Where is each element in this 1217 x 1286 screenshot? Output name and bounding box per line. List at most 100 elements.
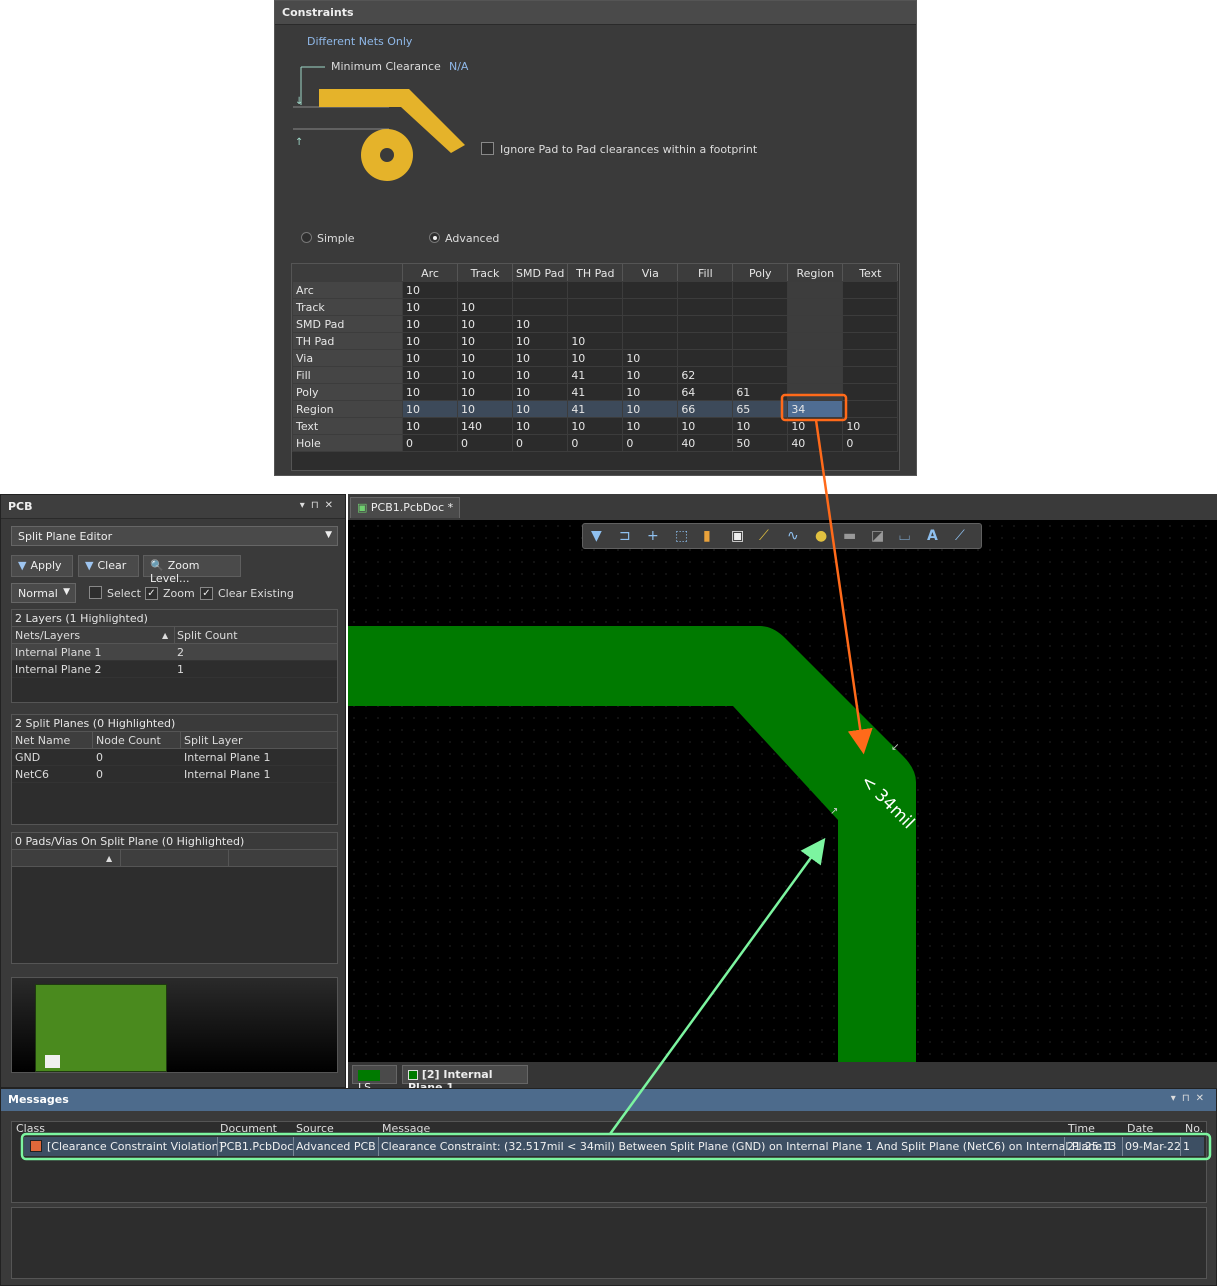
matrix-cell[interactable]: 10: [457, 349, 513, 367]
matrix-cell[interactable]: 10: [732, 417, 789, 435]
highlight-mode-dropdown[interactable]: Normal ▼: [11, 583, 76, 603]
col-node-count[interactable]: Node Count: [96, 734, 161, 747]
matrix-cell[interactable]: 10: [567, 349, 624, 367]
tune-icon[interactable]: ∿: [787, 528, 799, 544]
matrix-cell[interactable]: 62: [677, 366, 734, 384]
matrix-cell[interactable]: 41: [567, 366, 624, 384]
radio-advanced[interactable]: [429, 232, 440, 246]
text-icon[interactable]: A: [927, 528, 938, 544]
net-scope-dropdown[interactable]: Different Nets Only: [307, 35, 412, 48]
matrix-cell[interactable]: 10: [402, 332, 458, 350]
matrix-cell[interactable]: 10: [511, 366, 569, 384]
matrix-cell[interactable]: 10: [787, 417, 844, 435]
select-checkbox[interactable]: [89, 586, 102, 602]
split-plane-shape[interactable]: [348, 626, 916, 1062]
radio-simple[interactable]: [301, 232, 312, 246]
matrix-cell[interactable]: 10: [457, 298, 513, 316]
pin-icon[interactable]: ●: [815, 528, 827, 544]
region-icon[interactable]: ◪: [871, 528, 884, 544]
matrix-cell[interactable]: 0: [511, 434, 569, 452]
ignore-pad-checkbox[interactable]: [481, 142, 494, 158]
matrix-cell[interactable]: 10: [511, 349, 569, 367]
matrix-cell[interactable]: 10: [457, 400, 513, 418]
matrix-cell[interactable]: 64: [677, 383, 734, 401]
matrix-cell-editing[interactable]: 34: [787, 400, 844, 418]
panel-controls-icon[interactable]: ▾⊓✕: [300, 500, 339, 511]
matrix-cell[interactable]: 10: [622, 417, 679, 435]
pcb-canvas[interactable]: < 34mil ↙ ↗ ▼ ⊐ + ⬚ ▮ ▣ ⟋ ∿ ● ▬ ◪ ⌴ A ⟋: [348, 520, 1217, 1062]
route-icon[interactable]: ⟋: [759, 528, 769, 544]
col-net-name[interactable]: Net Name: [15, 734, 70, 747]
col-date[interactable]: Date: [1127, 1122, 1153, 1135]
layer-row[interactable]: Internal Plane 1 2: [12, 644, 337, 661]
col-nets-layers[interactable]: Nets/Layers: [15, 629, 80, 642]
matrix-cell[interactable]: 10: [402, 400, 458, 418]
matrix-cell[interactable]: 10: [622, 366, 679, 384]
matrix-cell[interactable]: 65: [732, 400, 789, 418]
snap-icon[interactable]: ⊐: [619, 528, 631, 544]
col-class[interactable]: Class: [16, 1122, 45, 1135]
matrix-cell[interactable]: 10: [511, 400, 569, 418]
matrix-cell[interactable]: 40: [677, 434, 734, 452]
bar-chart-icon[interactable]: ▮: [703, 528, 711, 544]
matrix-cell[interactable]: 10: [511, 315, 569, 333]
matrix-cell[interactable]: 0: [567, 434, 624, 452]
col-split-count[interactable]: Split Count: [177, 629, 238, 642]
matrix-cell[interactable]: 10: [511, 417, 569, 435]
matrix-cell[interactable]: 10: [402, 281, 458, 299]
line-icon[interactable]: ⟋: [955, 528, 965, 544]
cross-icon[interactable]: +: [647, 528, 659, 544]
document-tab[interactable]: ▣ PCB1.PcbDoc *: [350, 497, 461, 518]
col-split-layer[interactable]: Split Layer: [184, 734, 243, 747]
zoom-checkbox[interactable]: ✓: [145, 586, 158, 600]
matrix-cell[interactable]: 10: [457, 383, 513, 401]
matrix-cell[interactable]: 10: [402, 366, 458, 384]
matrix-cell[interactable]: 10: [457, 332, 513, 350]
matrix-cell[interactable]: 10: [567, 332, 624, 350]
col-document[interactable]: Document: [220, 1122, 277, 1135]
matrix-cell[interactable]: 10: [402, 417, 458, 435]
matrix-cell[interactable]: 10: [842, 417, 899, 435]
matrix-cell[interactable]: 10: [622, 383, 679, 401]
matrix-cell[interactable]: 10: [457, 315, 513, 333]
apply-button[interactable]: ▼ Apply: [11, 555, 73, 577]
matrix-cell[interactable]: 41: [567, 400, 624, 418]
split-plane-row[interactable]: NetC6 0 Internal Plane 1: [12, 766, 337, 783]
matrix-cell[interactable]: 41: [567, 383, 624, 401]
pcb-mode-dropdown[interactable]: Split Plane Editor ▼: [11, 526, 338, 546]
matrix-cell[interactable]: 66: [677, 400, 734, 418]
panel-controls-icon[interactable]: ▾⊓✕: [1171, 1093, 1210, 1104]
col-source[interactable]: Source: [296, 1122, 334, 1135]
matrix-cell[interactable]: 10: [622, 400, 679, 418]
matrix-cell[interactable]: 0: [457, 434, 513, 452]
matrix-cell[interactable]: 10: [402, 383, 458, 401]
col-no[interactable]: No.: [1185, 1122, 1203, 1135]
board-preview[interactable]: [11, 977, 338, 1073]
clear-existing-checkbox[interactable]: ✓: [200, 586, 213, 600]
dimension-icon[interactable]: ⌴: [899, 528, 910, 544]
matrix-cell[interactable]: 0: [402, 434, 458, 452]
matrix-cell[interactable]: 10: [511, 383, 569, 401]
col-time[interactable]: Time: [1068, 1122, 1095, 1135]
split-plane-row[interactable]: GND 0 Internal Plane 1: [12, 749, 337, 766]
matrix-cell[interactable]: 10: [402, 315, 458, 333]
zoom-level-button[interactable]: 🔍 Zoom Level...: [143, 555, 241, 585]
matrix-cell[interactable]: 50: [732, 434, 789, 452]
matrix-cell[interactable]: 0: [622, 434, 679, 452]
matrix-cell[interactable]: 10: [511, 332, 569, 350]
fill-icon[interactable]: ▬: [843, 528, 856, 544]
matrix-cell[interactable]: 10: [622, 349, 679, 367]
matrix-cell[interactable]: 40: [787, 434, 844, 452]
layer-row[interactable]: Internal Plane 2 1: [12, 661, 337, 678]
matrix-cell[interactable]: 10: [457, 366, 513, 384]
clear-button[interactable]: ▼ Clear: [78, 555, 139, 577]
matrix-cell[interactable]: 10: [677, 417, 734, 435]
matrix-cell[interactable]: 10: [402, 298, 458, 316]
matrix-cell[interactable]: 140: [457, 417, 513, 435]
matrix-cell[interactable]: 61: [732, 383, 789, 401]
layer-tab-internal-plane-1[interactable]: [2] Internal Plane 1: [402, 1065, 528, 1094]
col-message[interactable]: Message: [382, 1122, 430, 1135]
matrix-cell[interactable]: 10: [567, 417, 624, 435]
message-row[interactable]: [Clearance Constraint Violation] PCB1.Pc…: [24, 1137, 1204, 1156]
select-rect-icon[interactable]: ⬚: [675, 528, 688, 544]
